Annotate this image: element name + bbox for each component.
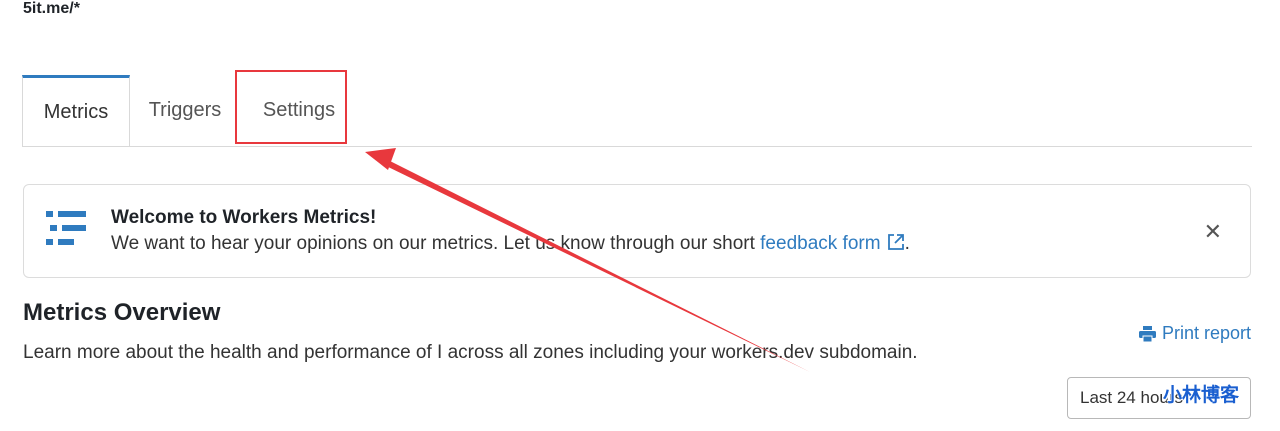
- tab-triggers[interactable]: Triggers: [130, 76, 240, 145]
- tab-bar: Metrics Triggers Settings: [22, 75, 1252, 147]
- external-link-icon: [887, 234, 904, 250]
- banner-period: .: [904, 233, 910, 254]
- print-report-button[interactable]: Print report: [1138, 323, 1251, 344]
- page-title: Metrics Overview: [23, 299, 221, 326]
- feedback-form-link[interactable]: feedback form: [760, 233, 904, 254]
- route-label: 5it.me/*: [23, 0, 80, 17]
- banner-text: We want to hear your opinions on our met…: [111, 233, 910, 255]
- list-icon: [46, 209, 88, 247]
- welcome-banner: Welcome to Workers Metrics! We want to h…: [23, 184, 1251, 278]
- printer-icon: [1138, 325, 1156, 342]
- watermark-text: 小林博客: [1163, 385, 1240, 406]
- print-report-label: Print report: [1161, 323, 1251, 343]
- feedback-form-link-label: feedback form: [760, 233, 881, 254]
- tab-metrics[interactable]: Metrics: [22, 75, 130, 146]
- page: 5it.me/* Metrics Triggers Settings Welco…: [0, 0, 1280, 431]
- banner-title: Welcome to Workers Metrics!: [111, 207, 377, 228]
- close-icon[interactable]: ✕: [1204, 219, 1222, 245]
- banner-message: We want to hear your opinions on our met…: [111, 233, 761, 254]
- overview-description: Learn more about the health and performa…: [23, 342, 918, 363]
- annotation-highlight-box: [235, 70, 347, 144]
